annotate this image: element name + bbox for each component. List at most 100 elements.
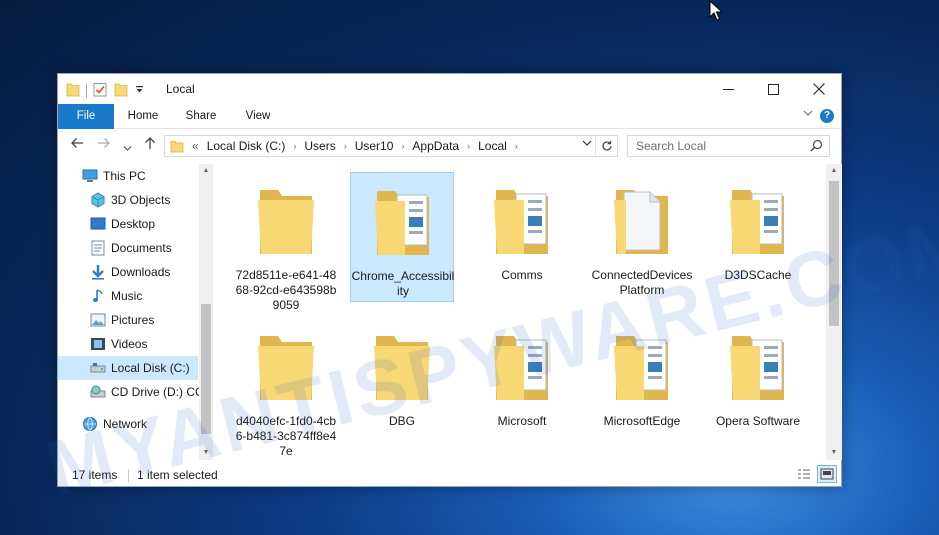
forward-arrow-icon[interactable] xyxy=(97,136,111,153)
chevron-right-icon[interactable]: › xyxy=(509,141,524,151)
ribbon-tabs: File Home Share View ? xyxy=(58,104,841,129)
breadcrumb-user10[interactable]: User10 xyxy=(353,139,396,153)
sidebar-item-label: Desktop xyxy=(111,217,156,231)
tab-view[interactable]: View xyxy=(235,104,281,129)
folder-item[interactable]: Comms xyxy=(470,172,574,302)
status-divider xyxy=(128,469,129,482)
folder-item[interactable]: 72d8511e-e641-4868-92cd-e643598b9059 xyxy=(234,172,338,312)
computer-icon xyxy=(82,168,98,184)
breadcrumb-overflow[interactable]: « xyxy=(190,139,201,153)
file-list: 72d8511e-e641-4868-92cd-e643598b9059 Chr… xyxy=(218,164,826,460)
folder-icon xyxy=(258,190,314,254)
close-button[interactable] xyxy=(796,74,842,104)
file-list-scrollbar[interactable]: ▲ ▼ xyxy=(826,164,842,460)
documents-icon xyxy=(90,240,106,256)
folder-icon xyxy=(258,336,314,400)
scroll-down-arrow-icon[interactable]: ▼ xyxy=(826,446,842,460)
sidebar-item-videos[interactable]: Videos xyxy=(58,332,198,356)
tab-home[interactable]: Home xyxy=(120,104,166,129)
chevron-right-icon[interactable]: › xyxy=(287,141,302,151)
details-view-icon[interactable] xyxy=(794,465,814,483)
scroll-down-arrow-icon[interactable]: ▼ xyxy=(199,446,213,460)
folder-item[interactable]: Chrome_Accessibility xyxy=(350,172,454,302)
sidebar-item-label: Local Disk (C:) xyxy=(111,361,190,375)
sidebar-item-label: Network xyxy=(103,417,148,431)
sidebar-item-downloads[interactable]: Downloads xyxy=(58,260,198,284)
folder-item[interactable]: D3DSCache xyxy=(706,172,810,302)
scroll-up-arrow-icon[interactable]: ▲ xyxy=(199,164,213,178)
scrollbar-thumb[interactable] xyxy=(201,304,211,434)
folder-item[interactable]: d4040efc-1fd0-4cb6-b481-3c874ff8e47e xyxy=(234,318,338,458)
search-icon[interactable] xyxy=(810,139,823,155)
navigation-pane: This PC 3D Objects Desktop Documents Dow… xyxy=(58,164,213,460)
sidebar-item-pictures[interactable]: Pictures xyxy=(58,308,198,332)
folder-with-documents-icon xyxy=(494,190,548,254)
sidebar-item-music[interactable]: Music xyxy=(58,284,198,308)
breadcrumb-appdata[interactable]: AppData xyxy=(410,139,461,153)
quick-access-toolbar xyxy=(66,81,144,100)
refresh-button[interactable] xyxy=(595,136,617,156)
network-icon xyxy=(82,416,98,432)
music-note-icon xyxy=(90,288,106,304)
chevron-right-icon[interactable]: › xyxy=(461,141,476,151)
expand-ribbon-icon[interactable] xyxy=(803,109,813,120)
sidebar-item-desktop[interactable]: Desktop xyxy=(58,212,198,236)
status-bar: 17 items 1 item selected xyxy=(58,462,841,488)
file-name: MicrosoftEdge xyxy=(603,414,681,428)
pictures-icon xyxy=(90,312,106,328)
sidebar-item-this-pc[interactable]: This PC xyxy=(58,164,198,188)
folder-item[interactable]: ConnectedDevicesPlatform xyxy=(590,172,694,302)
sidebar-item-label: Downloads xyxy=(111,265,171,279)
sidebar-item-label: This PC xyxy=(103,169,146,183)
desktop-icon xyxy=(90,216,106,232)
recent-locations-dropdown-icon[interactable] xyxy=(123,139,132,155)
folder-item[interactable]: Opera Software xyxy=(706,318,810,448)
search-box[interactable]: Search Local xyxy=(627,135,830,157)
breadcrumb: « Local Disk (C:) › Users › User10 › App… xyxy=(165,136,524,156)
breadcrumb-users[interactable]: Users xyxy=(302,139,337,153)
breadcrumb-local[interactable]: Local xyxy=(476,139,509,153)
maximize-button[interactable] xyxy=(750,74,796,104)
folder-item[interactable]: Microsoft xyxy=(470,318,574,448)
folder-item[interactable]: MicrosoftEdge xyxy=(590,318,694,448)
folder-with-documents-icon xyxy=(614,336,668,400)
sidebar-item-3d-objects[interactable]: 3D Objects xyxy=(58,188,198,212)
sidebar-item-network[interactable]: Network xyxy=(58,412,198,436)
search-input[interactable]: Search Local xyxy=(636,139,706,153)
folder-with-documents-icon xyxy=(494,336,548,400)
minimize-button[interactable] xyxy=(705,74,751,104)
chevron-right-icon[interactable]: › xyxy=(338,141,353,151)
tab-share[interactable]: Share xyxy=(178,104,224,129)
selection-count: 1 item selected xyxy=(137,468,218,482)
file-name: D3DSCache xyxy=(724,268,792,282)
help-icon[interactable]: ? xyxy=(820,109,834,123)
back-arrow-icon[interactable] xyxy=(70,136,84,153)
address-bar[interactable]: « Local Disk (C:) › Users › User10 › App… xyxy=(164,135,618,157)
scroll-up-arrow-icon[interactable]: ▲ xyxy=(826,164,842,178)
large-icons-view-icon[interactable] xyxy=(817,465,837,483)
folder-with-page-icon xyxy=(614,190,668,254)
folder-item[interactable]: DBG xyxy=(350,318,454,448)
title-bar: Local xyxy=(58,74,841,104)
up-arrow-icon[interactable] xyxy=(143,136,157,153)
scrollbar-thumb[interactable] xyxy=(829,181,839,326)
sidebar-item-cd-drive[interactable]: CD Drive (D:) CC xyxy=(58,380,204,404)
download-arrow-icon xyxy=(90,264,106,280)
folder-with-documents-icon xyxy=(375,191,429,255)
sidebar-item-documents[interactable]: Documents xyxy=(58,236,198,260)
file-name: Chrome_Accessibility xyxy=(351,269,455,298)
navigation-pane-scrollbar[interactable]: ▲ ▼ xyxy=(199,164,213,460)
address-history-dropdown-icon[interactable] xyxy=(582,139,592,149)
breadcrumb-local-disk[interactable]: Local Disk (C:) xyxy=(205,139,288,153)
sidebar-item-label: Music xyxy=(111,289,143,303)
sidebar-item-local-disk[interactable]: Local Disk (C:) xyxy=(58,356,198,380)
properties-icon[interactable] xyxy=(93,82,107,100)
folder-with-documents-icon xyxy=(730,190,784,254)
chevron-right-icon[interactable]: › xyxy=(395,141,410,151)
window-title: Local xyxy=(166,82,195,96)
sidebar-item-label: Videos xyxy=(111,337,148,351)
tab-file[interactable]: File xyxy=(58,104,114,129)
file-name: Opera Software xyxy=(715,414,801,428)
customize-toolbar-dropdown-icon[interactable] xyxy=(135,85,144,96)
new-folder-icon[interactable] xyxy=(114,81,128,100)
